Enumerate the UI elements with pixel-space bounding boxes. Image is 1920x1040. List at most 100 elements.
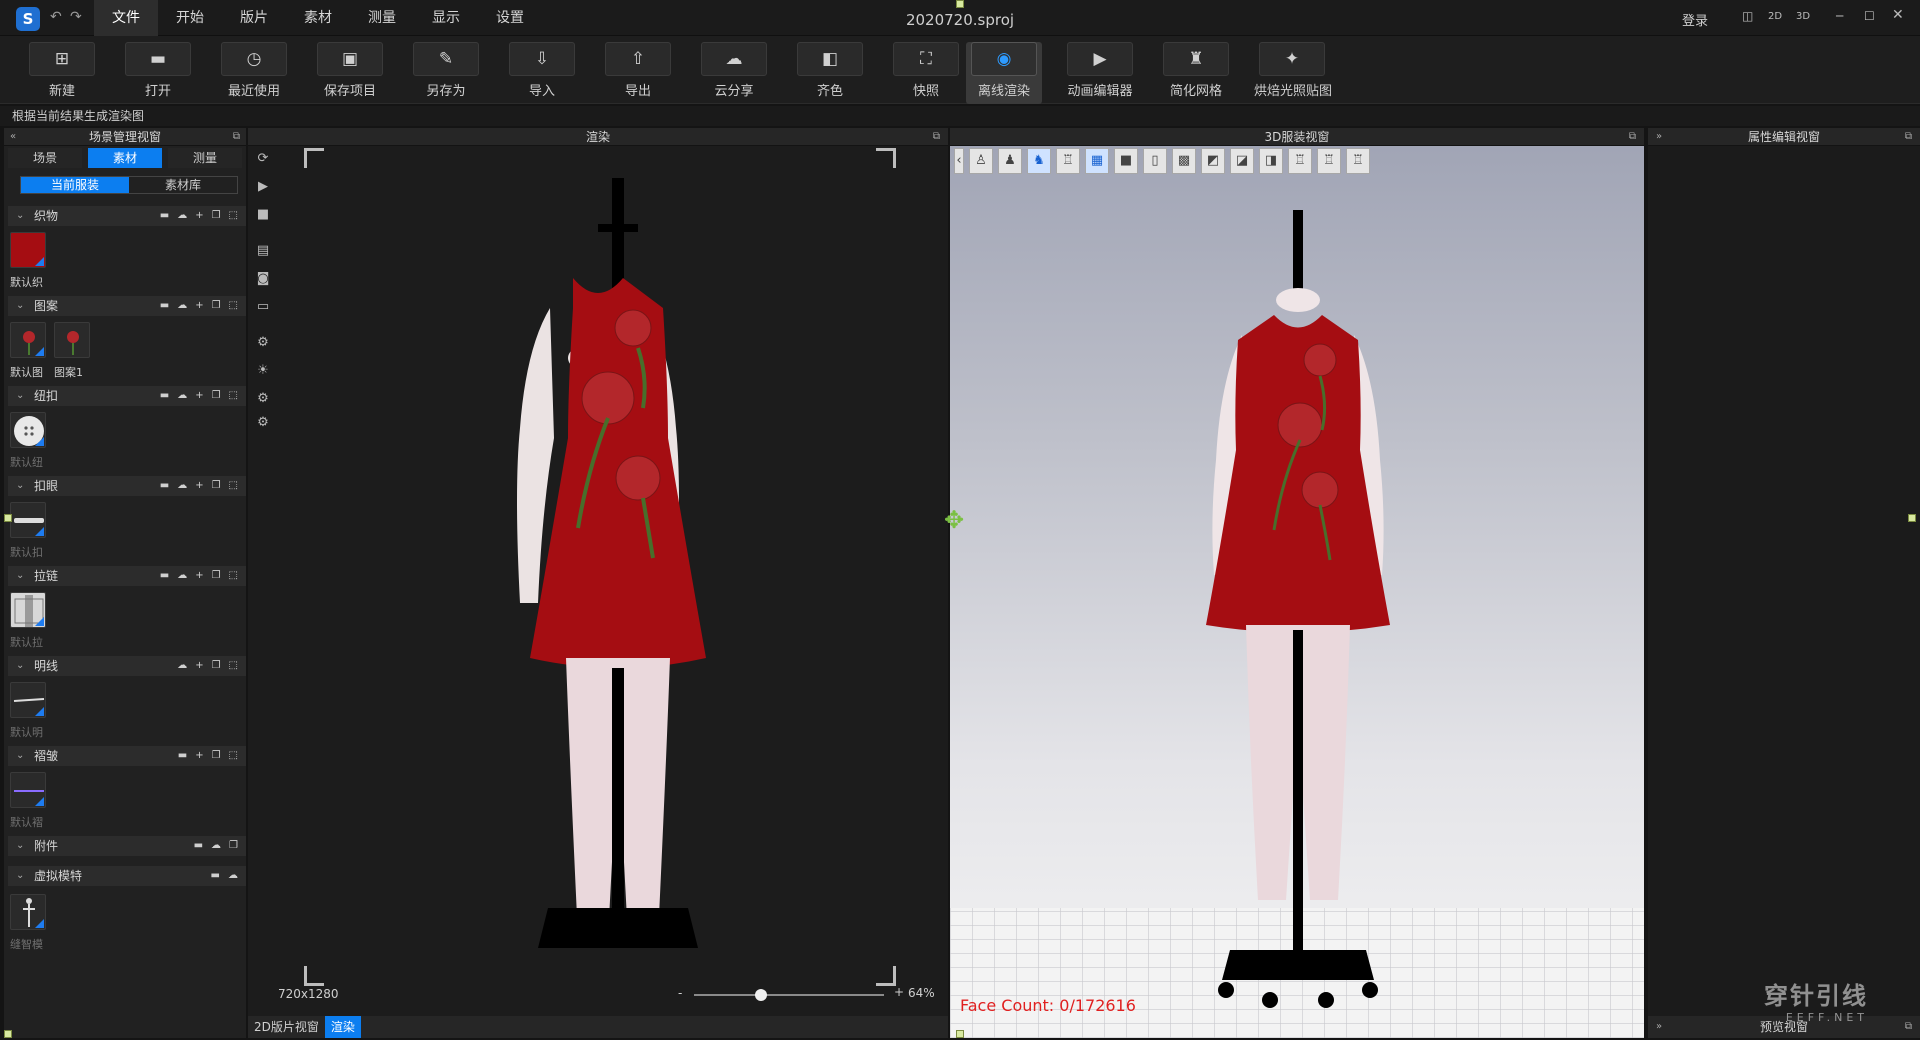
- zoom-slider-handle[interactable]: [754, 989, 767, 1001]
- menu-measure[interactable]: 测量: [350, 0, 414, 36]
- copy-icon[interactable]: ❐: [212, 566, 221, 586]
- export-button[interactable]: ⇧ 导出: [600, 42, 676, 104]
- buttonhole-thumb[interactable]: [10, 502, 46, 538]
- cloud-icon[interactable]: ☁: [177, 386, 187, 406]
- render-viewport[interactable]: 渲染 ⧉: [248, 128, 948, 1038]
- category-fold[interactable]: ⌄ 褶皱 ▬ + ❐ ⬚: [8, 746, 246, 766]
- category-zipper[interactable]: ⌄ 拉链 ▬ ☁ + ❐ ⬚: [8, 566, 246, 586]
- add-icon[interactable]: +: [195, 656, 203, 676]
- tab-material[interactable]: 素材: [88, 148, 162, 168]
- cloud-icon[interactable]: ☁: [177, 206, 187, 226]
- delete-icon[interactable]: ⬚: [229, 746, 238, 766]
- subtab-current-garment[interactable]: 当前服装: [21, 177, 129, 193]
- collapse-left-icon[interactable]: «: [10, 128, 16, 146]
- copy-icon[interactable]: ❐: [212, 206, 221, 226]
- crop-corner-bl[interactable]: [304, 966, 324, 986]
- zoom-out-button[interactable]: -: [678, 986, 682, 1000]
- resize-handle-right[interactable]: [1908, 514, 1916, 522]
- maximize-icon[interactable]: ☐: [1864, 9, 1875, 23]
- layout-icon[interactable]: ◫: [1742, 9, 1753, 23]
- shading-texture-icon[interactable]: ◪: [1230, 148, 1254, 174]
- collapse-right-icon[interactable]: »: [1656, 128, 1662, 146]
- pattern-thumb-1[interactable]: [54, 322, 90, 358]
- folder-icon[interactable]: ▬: [178, 746, 187, 766]
- view-2d-button[interactable]: 2D: [1768, 11, 1782, 22]
- folder-icon[interactable]: ▬: [194, 836, 203, 856]
- avatar-thumb[interactable]: [10, 894, 46, 930]
- copy-icon[interactable]: ❐: [229, 836, 238, 856]
- tab-render[interactable]: 渲染: [324, 1016, 361, 1038]
- zipper-thumb[interactable]: [10, 592, 46, 628]
- float-panel-icon[interactable]: ⧉: [233, 128, 240, 146]
- shading-dark-icon[interactable]: ◨: [1259, 148, 1283, 174]
- folder-icon[interactable]: ▬: [211, 866, 220, 886]
- float-panel-icon[interactable]: ⧉: [933, 128, 940, 146]
- tab-2d-pattern-view[interactable]: 2D版片视窗: [248, 1016, 325, 1038]
- folder-icon[interactable]: ▬: [160, 566, 169, 586]
- render-settings-icon[interactable]: ⚙: [252, 332, 274, 354]
- cloud-icon[interactable]: ☁: [177, 566, 187, 586]
- render-refresh-icon[interactable]: ⟳: [252, 148, 274, 170]
- avatar-measure-icon[interactable]: ♞: [1027, 148, 1051, 174]
- simplify-mesh-button[interactable]: ♜ 简化网格: [1158, 42, 1234, 104]
- category-buttonhole[interactable]: ⌄ 扣眼 ▬ ☁ + ❐ ⬚: [8, 476, 246, 496]
- button-thumb[interactable]: [10, 412, 46, 448]
- copy-icon[interactable]: ❐: [212, 476, 221, 496]
- redo-icon[interactable]: ↷: [70, 9, 82, 25]
- delete-icon[interactable]: ⬚: [229, 656, 238, 676]
- render-stop-icon[interactable]: ■: [252, 204, 274, 226]
- avatar-show-icon[interactable]: ♟: [998, 148, 1022, 174]
- add-icon[interactable]: +: [195, 746, 203, 766]
- login-link[interactable]: 登录: [1682, 10, 1708, 29]
- render-image-icon[interactable]: ▤: [252, 240, 274, 262]
- save-project-button[interactable]: ▣ 保存项目: [312, 42, 388, 104]
- float-panel-icon[interactable]: ⧉: [1905, 1016, 1912, 1038]
- subtab-library[interactable]: 素材库: [129, 177, 237, 193]
- menu-material[interactable]: 素材: [286, 0, 350, 36]
- toolbar-expand-icon[interactable]: ‹: [954, 148, 964, 174]
- delete-icon[interactable]: ⬚: [229, 296, 238, 316]
- import-button[interactable]: ⇩ 导入: [504, 42, 580, 104]
- float-panel-icon[interactable]: ⧉: [1905, 128, 1912, 146]
- float-panel-icon[interactable]: ⧉: [1629, 128, 1636, 146]
- add-icon[interactable]: +: [195, 296, 203, 316]
- camera-settings-icon[interactable]: ⚙: [252, 388, 274, 410]
- light-settings-icon[interactable]: ☀: [252, 360, 274, 382]
- category-topstitch[interactable]: ⌄ 明线 ☁ + ❐ ⬚: [8, 656, 246, 676]
- category-button[interactable]: ⌄ 纽扣 ▬ ☁ + ❐ ⬚: [8, 386, 246, 406]
- cloud-icon[interactable]: ☁: [211, 836, 221, 856]
- render-play-icon[interactable]: ▶: [252, 176, 274, 198]
- bake-lightmap-button[interactable]: ✦ 烘焙光照贴图: [1254, 42, 1332, 104]
- save-as-button[interactable]: ✎ 另存为: [408, 42, 484, 104]
- minimize-icon[interactable]: ─: [1836, 9, 1843, 23]
- new-button[interactable]: ⊞ 新建: [24, 42, 100, 104]
- copy-icon[interactable]: ❐: [212, 296, 221, 316]
- snapshot-button[interactable]: ⛶ 快照: [888, 42, 964, 104]
- tab-measure[interactable]: 测量: [168, 148, 242, 168]
- copy-icon[interactable]: ❐: [212, 386, 221, 406]
- open-button[interactable]: ▬ 打开: [120, 42, 196, 104]
- delete-icon[interactable]: ⬚: [229, 386, 238, 406]
- zoom-in-button[interactable]: +: [894, 985, 904, 999]
- offline-render-button[interactable]: ◉ 离线渲染: [966, 42, 1042, 104]
- add-icon[interactable]: +: [195, 566, 203, 586]
- menu-file[interactable]: 文件: [94, 0, 158, 36]
- garment-front-icon[interactable]: ♖: [1288, 148, 1312, 174]
- move-handle-icon[interactable]: ✥: [944, 506, 964, 534]
- mesh-grid-icon[interactable]: ▩: [1172, 148, 1196, 174]
- add-icon[interactable]: +: [195, 206, 203, 226]
- add-icon[interactable]: +: [195, 386, 203, 406]
- add-icon[interactable]: +: [195, 476, 203, 496]
- copy-icon[interactable]: ❐: [212, 656, 221, 676]
- menu-display[interactable]: 显示: [414, 0, 478, 36]
- folder-icon[interactable]: ▬: [160, 476, 169, 496]
- delete-icon[interactable]: ⬚: [229, 206, 238, 226]
- fabric-thumb[interactable]: [10, 232, 46, 268]
- close-icon[interactable]: ✕: [1892, 7, 1904, 23]
- texture-toggle-icon[interactable]: ▦: [1085, 148, 1109, 174]
- copy-icon[interactable]: ❐: [212, 746, 221, 766]
- shading-flat-icon[interactable]: ▯: [1143, 148, 1167, 174]
- menu-pattern[interactable]: 版片: [222, 0, 286, 36]
- delete-icon[interactable]: ⬚: [229, 566, 238, 586]
- menu-settings[interactable]: 设置: [478, 0, 542, 36]
